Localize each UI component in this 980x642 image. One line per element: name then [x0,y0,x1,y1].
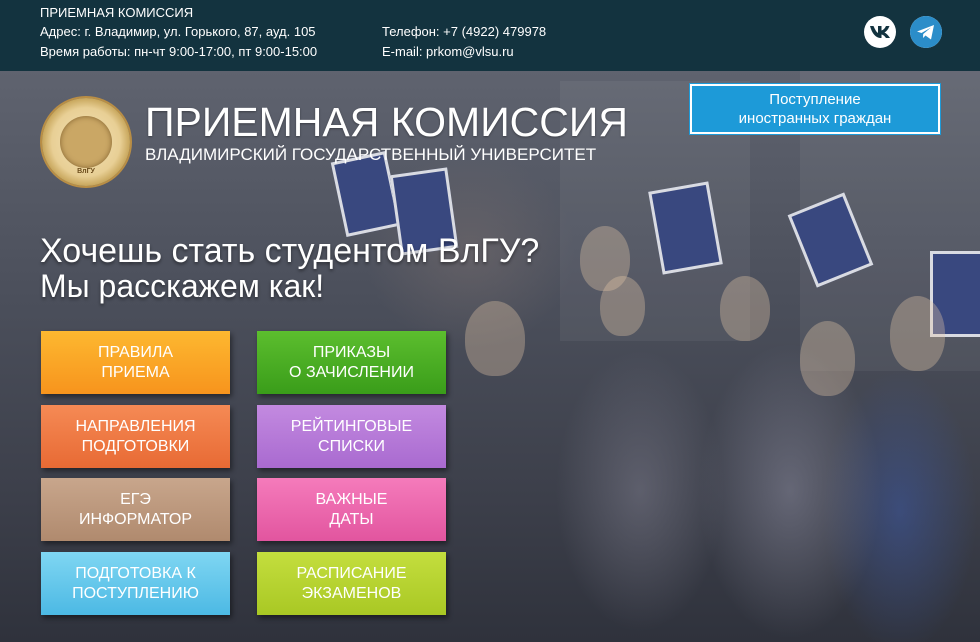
email-link[interactable]: E-mail: prkom@vlsu.ru [382,44,514,60]
tile-study-directions[interactable]: НАПРАВЛЕНИЯ ПОДГОТОВКИ [41,405,230,468]
tile-admission-rules[interactable]: ПРАВИЛА ПРИЕМА [41,331,230,394]
tile-ege-informer[interactable]: ЕГЭ ИНФОРМАТОР [41,478,230,541]
tile-exam-schedule[interactable]: РАСПИСАНИЕ ЭКЗАМЕНОВ [257,552,446,615]
tile-label: ВАЖНЫЕ ДАТЫ [315,490,388,528]
tile-label: РАСПИСАНИЕ ЭКЗАМЕНОВ [296,564,407,602]
hero-subheadline: Мы расскажем как! [40,268,325,304]
foreign-admission-button[interactable]: Поступление иностранных граждан [689,83,941,135]
university-emblem[interactable]: ВлГУ [42,98,130,186]
tile-label: ПРИКАЗЫ О ЗАЧИСЛЕНИИ [289,343,414,381]
tile-label: ПРАВИЛА ПРИЕМА [97,343,174,381]
tile-important-dates[interactable]: ВАЖНЫЕ ДАТЫ [257,478,446,541]
student-face-decor [720,276,770,341]
brand-subtitle: ВЛАДИМИРСКИЙ ГОСУДАРСТВЕННЫЙ УНИВЕРСИТЕТ [145,145,597,164]
address-text: Адрес: г. Владимир, ул. Горького, 87, ау… [40,24,316,39]
hero-headline: Хочешь стать студентом ВлГУ? [40,232,540,270]
brand-title: ПРИЕМНАЯ КОМИССИЯ [145,99,628,145]
tile-label: ПОДГОТОВКА К ПОСТУПЛЕНИЮ [72,564,199,602]
telegram-link[interactable] [910,16,942,48]
student-face-decor [890,296,945,371]
student-face-decor [800,321,855,396]
foreign-admission-label: Поступление иностранных граждан [738,91,892,127]
top-info-bar: ПРИЕМНАЯ КОМИССИЯ Адрес: г. Владимир, ул… [0,0,980,71]
vk-icon [870,26,890,38]
emblem-abbr: ВлГУ [77,168,95,175]
working-hours-text: Время работы: пн-чт 9:00-17:00, пт 9:00-… [40,44,318,59]
tile-label: НАПРАВЛЕНИЯ ПОДГОТОВКИ [75,417,196,455]
phone-text[interactable]: Телефон: +7 (4922) 479978 [382,24,546,40]
tile-rating-lists[interactable]: РЕЙТИНГОВЫЕ СПИСКИ [257,405,446,468]
emblem-lion-icon [60,116,112,168]
tile-label: ЕГЭ ИНФОРМАТОР [78,490,193,528]
tile-enrollment-orders[interactable]: ПРИКАЗЫ О ЗАЧИСЛЕНИИ [257,331,446,394]
tile-admission-preparation[interactable]: ПОДГОТОВКА К ПОСТУПЛЕНИЮ [41,552,230,615]
student-face-decor [465,301,525,376]
vk-link[interactable] [864,16,896,48]
telegram-icon [910,16,942,48]
org-title: ПРИЕМНАЯ КОМИССИЯ [40,5,194,20]
tile-label: РЕЙТИНГОВЫЕ СПИСКИ [290,417,413,455]
student-face-decor [600,276,645,336]
